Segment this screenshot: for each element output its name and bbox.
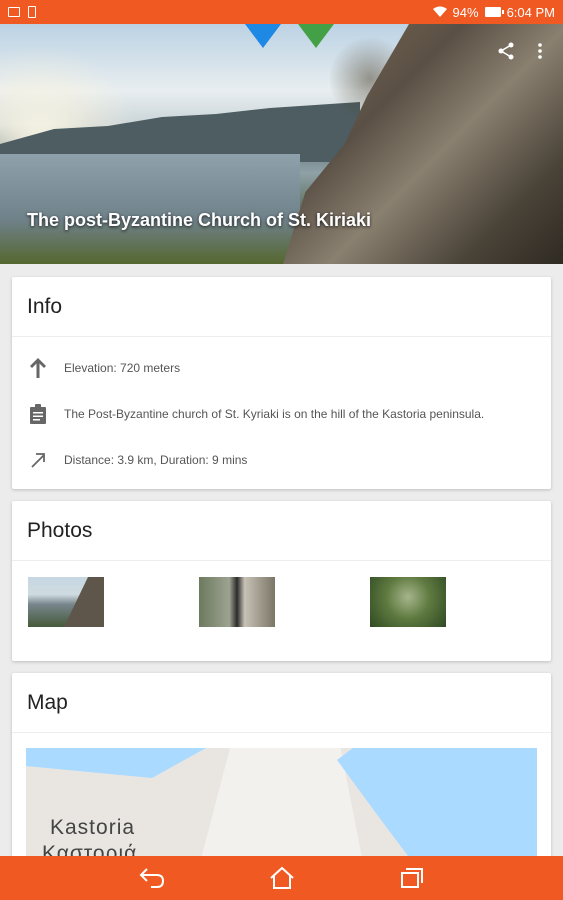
- clipboard-icon: [27, 403, 49, 425]
- status-bar: 94% 6:04 PM: [0, 0, 563, 24]
- battery-icon: [484, 7, 504, 17]
- info-row-distance: Distance: 3.9 km, Duration: 9 mins: [12, 437, 551, 483]
- photo-thumbnail[interactable]: [199, 577, 275, 627]
- map-view[interactable]: Kastoria Καστοριά: [26, 748, 537, 863]
- clock: 6:04 PM: [506, 4, 555, 20]
- battery-percent: 94%: [452, 4, 479, 20]
- gallery-notification-icon: [8, 7, 20, 17]
- blue-marker-icon: [245, 24, 281, 48]
- share-icon[interactable]: [497, 42, 515, 60]
- map-card-title: Map: [12, 673, 551, 733]
- arrow-diagonal-icon: [27, 449, 49, 471]
- photos-card-title: Photos: [12, 501, 551, 561]
- place-title: The post-Byzantine Church of St. Kiriaki: [27, 210, 372, 230]
- map-card: Map Kastoria Καστοριά: [12, 673, 551, 863]
- sd-card-notification-icon: [28, 6, 36, 18]
- arrow-up-icon: [27, 357, 49, 379]
- info-card: Info Elevation: 720 meters The Post-Byza…: [12, 277, 551, 489]
- back-icon[interactable]: [132, 858, 172, 898]
- photos-card: Photos: [12, 501, 551, 661]
- elevation-text: Elevation: 720 meters: [64, 361, 181, 375]
- distance-text: Distance: 3.9 km, Duration: 9 mins: [64, 453, 248, 467]
- recents-icon[interactable]: [392, 858, 432, 898]
- info-card-title: Info: [12, 277, 551, 337]
- map-city-label: Kastoria: [50, 816, 136, 839]
- more-vert-icon[interactable]: [537, 43, 543, 59]
- home-icon[interactable]: [262, 858, 302, 898]
- navigation-bar: [0, 856, 563, 900]
- info-row-elevation: Elevation: 720 meters: [12, 345, 551, 391]
- description-text: The Post-Byzantine church of St. Kyriaki…: [64, 407, 485, 421]
- green-marker-icon: [298, 24, 334, 48]
- info-row-description: The Post-Byzantine church of St. Kyriaki…: [12, 391, 551, 437]
- photo-thumbnail[interactable]: [28, 577, 104, 627]
- hero-image: The post-Byzantine Church of St. Kiriaki: [0, 24, 563, 264]
- wifi-icon: [432, 6, 447, 17]
- photo-thumbnail[interactable]: [370, 577, 446, 627]
